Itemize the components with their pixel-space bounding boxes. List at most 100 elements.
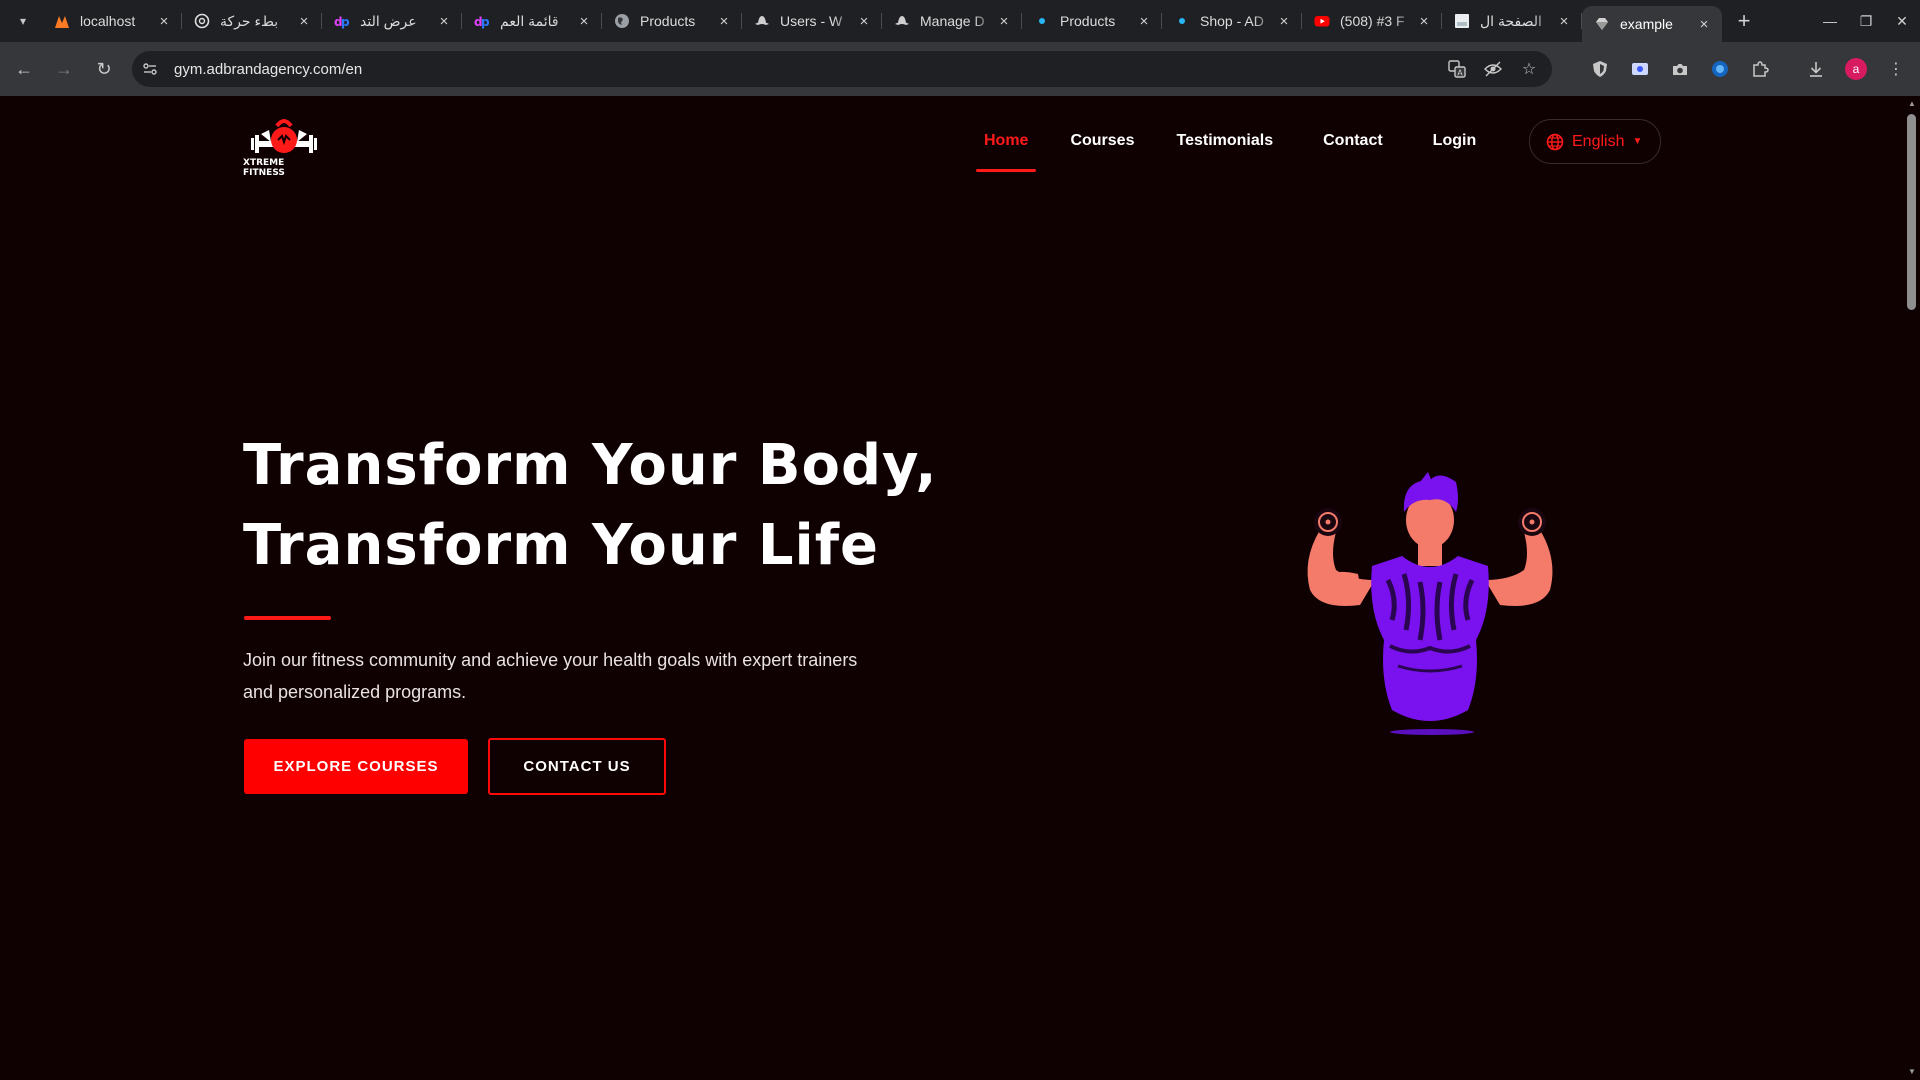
close-icon[interactable]: × [1416,13,1432,30]
puzzle-icon[interactable] [1744,53,1776,85]
download-icon[interactable] [1800,53,1832,85]
browser-toolbar: ← → ↻ gym.adbrandagency.com/en A ☆ a ⋮ [0,42,1920,96]
eye-off-icon[interactable] [1480,56,1506,82]
tab-title: Users - W [780,13,843,29]
page-scrollbar[interactable]: ▲ ▼ [1904,96,1920,1080]
close-icon[interactable]: × [1696,16,1712,33]
close-icon[interactable]: × [296,13,312,30]
reload-icon[interactable]: ↻ [86,51,122,87]
tab-list: localhost × بطء حركة × dp عرض التد × dp … [42,0,1758,42]
explore-courses-button[interactable]: EXPLORE COURSES [244,739,468,794]
hero-divider [244,616,331,620]
site-logo[interactable]: XTREME FITNESS [243,116,325,188]
nav-home[interactable]: Home [976,119,1037,172]
dp-icon: dp [474,13,490,29]
hat-icon [894,13,910,29]
dp-icon: dp [334,13,350,29]
new-tab-plus-icon[interactable]: + [1730,7,1758,35]
logo-text: XTREME FITNESS [243,158,285,178]
tab-title: Products [1060,13,1116,29]
tab-title: بطء حركة [220,12,279,29]
tab-title: Manage D [920,13,985,29]
restore-icon[interactable]: ❐ [1848,0,1884,42]
scrollbar-thumb[interactable] [1907,114,1916,310]
browser-tab[interactable]: الصفحة ال × [1442,0,1582,42]
nav-contact[interactable]: Contact [1315,119,1391,163]
browser-tab[interactable]: dp عرض التد × [322,0,462,42]
diamond-icon [1594,16,1610,32]
nav-courses[interactable]: Courses [1062,119,1142,163]
minimize-icon[interactable]: — [1812,0,1848,42]
close-icon[interactable]: × [156,13,172,30]
url-text[interactable]: gym.adbrandagency.com/en [174,61,362,78]
site-info-icon[interactable] [136,55,164,83]
avatar: a [1845,58,1867,80]
close-icon[interactable]: × [576,13,592,30]
profile-avatar[interactable]: a [1840,53,1872,85]
screen-capture-icon[interactable] [1624,53,1656,85]
browser-tab[interactable]: Products × [1022,0,1162,42]
forward-arrow-icon[interactable]: → [46,51,82,87]
logo-kettlebell-icon [251,119,317,153]
browser-extension-icon[interactable] [1704,53,1736,85]
bookmark-star-icon[interactable]: ☆ [1516,56,1542,82]
globe-icon [614,13,630,29]
tab-title: عرض التد [360,12,417,29]
tab-title: (508) #3 F [1340,13,1405,29]
globe-icon [1546,133,1564,150]
tab-search-icon[interactable]: ▾ [8,6,38,36]
nav-testimonials[interactable]: Testimonials [1168,119,1281,163]
language-selector[interactable]: English ▼ [1529,119,1661,164]
hero-title-line-2: Transform Your Life [243,513,880,578]
translate-icon[interactable]: A [1444,56,1470,82]
browser-tab-active[interactable]: example × [1582,6,1722,42]
browser-tab[interactable]: Manage D × [882,0,1022,42]
browser-tab[interactable]: Products × [602,0,742,42]
shield-icon[interactable] [1584,53,1616,85]
openai-icon [194,13,210,29]
contact-us-button[interactable]: CONTACT US [488,738,666,795]
scroll-up-arrow-icon[interactable]: ▲ [1908,100,1916,108]
browser-tab[interactable]: Users - W × [742,0,882,42]
extensions-area: a ⋮ [1584,42,1912,96]
kebab-menu-icon[interactable]: ⋮ [1880,53,1912,85]
close-icon[interactable]: × [856,13,872,30]
hero-title: Transform Your Body, Transform Your Life [243,426,1003,586]
nav-login[interactable]: Login [1425,119,1485,163]
svg-text:A: A [1457,69,1463,78]
tab-title: localhost [80,13,136,29]
close-window-icon[interactable]: ✕ [1884,0,1920,42]
dot-icon [1034,13,1050,29]
close-icon[interactable]: × [1276,13,1292,30]
page-viewport: XTREME FITNESS Home Courses Testimonials… [0,96,1920,1080]
tab-title: قائمة العم [500,12,559,29]
hero-title-line-1: Transform Your Body, [243,433,938,498]
scroll-down-arrow-icon[interactable]: ▼ [1908,1068,1916,1076]
browser-tab[interactable]: localhost × [42,0,182,42]
tab-title: example [1620,16,1673,32]
browser-tab[interactable]: بطء حركة × [182,0,322,42]
main-navigation: Home Courses Testimonials Contact Login [976,119,1485,172]
fitness-man-illustration [1307,472,1553,735]
dot-icon [1174,13,1190,29]
camera-icon[interactable] [1664,53,1696,85]
doc-icon [1454,13,1470,29]
close-icon[interactable]: × [1136,13,1152,30]
close-icon[interactable]: × [436,13,452,30]
browser-tab[interactable]: dp قائمة العم × [462,0,602,42]
browser-tab[interactable]: (508) #3 F × [1302,0,1442,42]
xampp-icon [54,13,70,29]
tab-title: الصفحة ال [1480,12,1542,29]
hero-subtitle: Join our fitness community and achieve y… [243,650,858,702]
svg-text:p: p [341,15,350,29]
tab-title: Shop - AD [1200,13,1264,29]
browser-tab[interactable]: Shop - AD × [1162,0,1302,42]
window-controls: — ❐ ✕ [1812,0,1920,42]
close-icon[interactable]: × [1556,13,1572,30]
close-icon[interactable]: × [996,13,1012,30]
close-icon[interactable]: × [716,13,732,30]
youtube-icon [1314,13,1330,29]
omnibox-actions: A ☆ [1444,51,1542,87]
back-arrow-icon[interactable]: ← [6,51,42,87]
address-bar[interactable]: gym.adbrandagency.com/en A ☆ [132,51,1552,87]
